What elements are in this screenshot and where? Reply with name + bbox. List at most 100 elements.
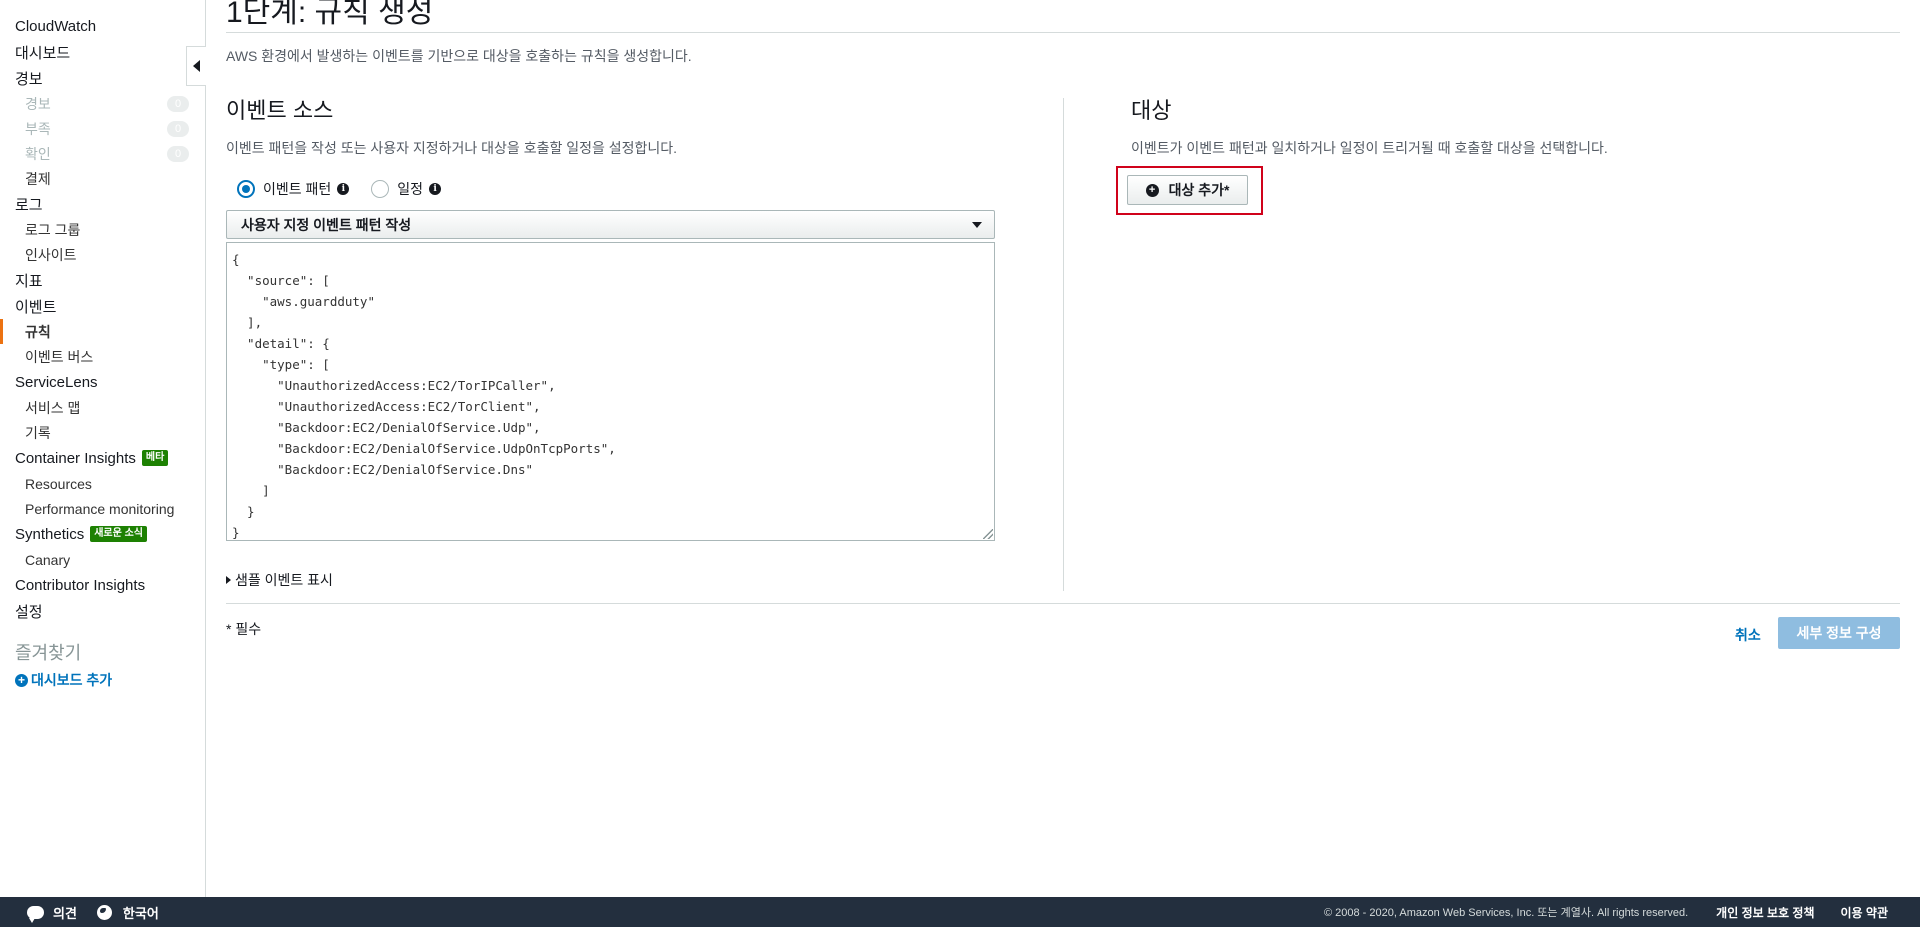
- sidebar-item[interactable]: 규칙: [0, 319, 205, 344]
- sidebar-item[interactable]: Performance monitoring: [0, 496, 205, 521]
- footer: 의견 한국어 © 2008 - 2020, Amazon Web Service…: [0, 897, 1920, 927]
- page-title: 1단계: 규칙 생성: [226, 0, 434, 29]
- privacy-policy-link[interactable]: 개인 정보 보호 정책: [1716, 904, 1814, 921]
- sidebar-item[interactable]: Canary: [0, 547, 205, 572]
- caret-right-icon: [226, 576, 231, 584]
- speech-bubble-icon: [27, 905, 44, 923]
- sidebar-item[interactable]: 지표: [0, 267, 205, 293]
- sidebar-item-label: Container Insights: [15, 449, 136, 467]
- schedule-label: 일정: [397, 181, 424, 197]
- add-target-button[interactable]: + 대상 추가*: [1127, 175, 1248, 205]
- status-badge: 새로운 소식: [90, 526, 147, 542]
- code-line: ],: [232, 315, 263, 330]
- code-line: ]: [232, 483, 270, 498]
- sidebar-item-label: 경보: [25, 95, 51, 112]
- favorites-title: 즐겨찾기: [15, 643, 82, 663]
- sidebar-item-label: 이벤트: [15, 298, 57, 316]
- schedule-radio[interactable]: [371, 180, 390, 198]
- pattern-mode-select[interactable]: 사용자 지정 이벤트 패턴 작성: [226, 210, 995, 239]
- event-pattern-radio[interactable]: [237, 180, 255, 198]
- plus-circle-icon: +: [1145, 183, 1159, 197]
- sidebar-item-label: 설정: [15, 603, 43, 621]
- code-line: "Backdoor:EC2/DenialOfService.Dns": [232, 462, 534, 477]
- code-line: }: [232, 504, 255, 519]
- count-badge: 0: [167, 120, 189, 137]
- show-sample-events-toggle[interactable]: 샘플 이벤트 표시: [226, 570, 996, 590]
- event-source-panel: 이벤트 소스 이벤트 패턴을 작성 또는 사용자 지정하거나 대상을 호출할 일…: [226, 96, 996, 590]
- terms-link[interactable]: 이용 약관: [1841, 904, 1889, 921]
- code-line: "UnauthorizedAccess:EC2/TorIPCaller",: [232, 378, 556, 393]
- sidebar-item[interactable]: 기록: [0, 420, 205, 445]
- cancel-button[interactable]: 취소: [1735, 625, 1761, 645]
- sidebar-item-label: Synthetics: [15, 525, 85, 543]
- caret-left-icon: [193, 60, 200, 72]
- page-description: AWS 환경에서 발생하는 이벤트를 기반으로 대상을 호출하는 규칙을 생성합…: [226, 48, 692, 64]
- event-source-title: 이벤트 소스: [226, 98, 334, 123]
- sidebar-item[interactable]: Synthetics 새로운 소식: [0, 521, 205, 547]
- info-icon[interactable]: i: [429, 183, 442, 195]
- event-pattern-editor[interactable]: { "source": [ "aws.guardduty" ], "detail…: [226, 242, 995, 541]
- sidebar-nav: CloudWatch 대시보드 경보 경보 0 부족 0 확인 0 결제 로그 로그 그룹 인사이트 지표…: [0, 0, 206, 897]
- sidebar-item: 경보 0: [0, 91, 205, 116]
- code-line: "detail": {: [232, 336, 330, 351]
- sidebar-item[interactable]: ServiceLens: [0, 369, 205, 395]
- resize-handle[interactable]: [983, 529, 993, 539]
- caret-down-icon: [972, 222, 982, 228]
- count-badge: 0: [167, 145, 189, 162]
- sidebar-item[interactable]: 결제: [0, 166, 205, 191]
- sidebar-item[interactable]: 대시보드: [0, 39, 205, 65]
- pattern-mode-value: 사용자 지정 이벤트 패턴 작성: [241, 216, 412, 233]
- code-line: {: [232, 252, 240, 267]
- sidebar-item-label: Performance monitoring: [25, 500, 175, 517]
- configure-details-button[interactable]: 세부 정보 구성: [1778, 617, 1900, 649]
- sidebar-item[interactable]: Resources: [0, 471, 205, 496]
- sidebar-item[interactable]: 서비스 맵: [0, 395, 205, 420]
- sidebar-item-label: 부족: [25, 120, 51, 137]
- sidebar-item-label: CloudWatch: [15, 17, 97, 35]
- sidebar-item[interactable]: 설정: [0, 598, 205, 624]
- sidebar-item[interactable]: Contributor Insights: [0, 572, 205, 598]
- column-divider: [1063, 98, 1064, 591]
- sidebar-item[interactable]: 이벤트: [0, 293, 205, 319]
- show-sample-events-label: 샘플 이벤트 표시: [235, 572, 333, 588]
- highlight-box: + 대상 추가*: [1116, 166, 1263, 215]
- sidebar-item-label: Resources: [25, 475, 92, 492]
- nav-list: CloudWatch 대시보드 경보 경보 0 부족 0 확인 0 결제 로그 로그 그룹 인사이트 지표…: [0, 0, 205, 624]
- sidebar-item-label: 로그: [15, 196, 43, 214]
- sidebar-item-label: 지표: [15, 272, 43, 290]
- globe-icon: [96, 904, 112, 920]
- event-pattern-label: 이벤트 패턴: [263, 181, 332, 197]
- form-divider: [226, 603, 1900, 604]
- add-target-label: 대상 추가*: [1168, 182, 1230, 198]
- title-divider: [226, 32, 1900, 33]
- sidebar-item: 부족 0: [0, 116, 205, 141]
- feedback-button[interactable]: 의견: [27, 903, 77, 923]
- copyright: © 2008 - 2020, Amazon Web Services, Inc.…: [1323, 907, 1689, 919]
- language-label: 한국어: [122, 905, 159, 921]
- info-icon[interactable]: i: [337, 183, 350, 195]
- sidebar-item-label: 확인: [25, 145, 51, 162]
- code-line: "aws.guardduty": [232, 294, 375, 309]
- sidebar-item-label: 규칙: [25, 323, 51, 340]
- add-dashboard-label: 대시보드 추가: [31, 672, 113, 688]
- sidebar-item-label: 대시보드: [15, 44, 71, 62]
- main-content: 1단계: 규칙 생성 AWS 환경에서 발생하는 이벤트를 기반으로 대상을 호…: [226, 0, 1900, 649]
- status-badge: 베타: [141, 450, 169, 466]
- language-selector[interactable]: 한국어: [96, 903, 159, 922]
- add-dashboard-link[interactable]: + 대시보드 추가: [0, 668, 205, 692]
- sidebar-item-label: 경보: [15, 70, 43, 88]
- sidebar-item[interactable]: 인사이트: [0, 242, 205, 267]
- sidebar-item: 확인 0: [0, 141, 205, 166]
- sidebar-item[interactable]: 로그 그룹: [0, 217, 205, 242]
- sidebar-item[interactable]: 이벤트 버스: [0, 344, 205, 369]
- sidebar-item[interactable]: CloudWatch: [0, 13, 205, 39]
- collapse-sidebar-button[interactable]: [186, 46, 206, 86]
- sidebar-item[interactable]: 로그: [0, 191, 205, 217]
- sidebar-item[interactable]: 경보: [0, 65, 205, 91]
- sidebar-item-label: 인사이트: [25, 246, 77, 263]
- code-line: "source": [: [232, 273, 330, 288]
- sidebar-item[interactable]: Container Insights 베타: [0, 445, 205, 471]
- code-line: "Backdoor:EC2/DenialOfService.Udp",: [232, 420, 541, 435]
- sidebar-item-label: 이벤트 버스: [25, 348, 94, 365]
- sidebar-item-label: 기록: [25, 424, 51, 441]
